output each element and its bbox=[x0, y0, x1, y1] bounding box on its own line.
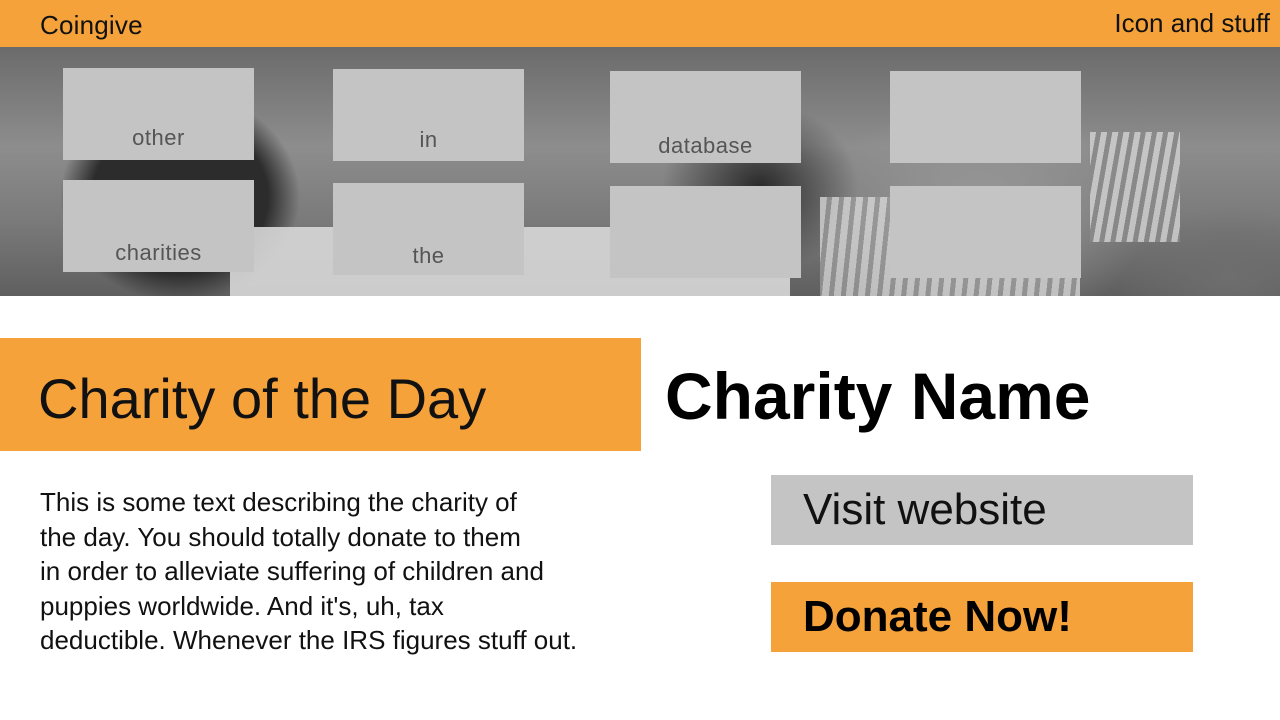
description-line: puppies worldwide. And it's, uh, tax bbox=[40, 590, 444, 621]
description-line: deductible. Whenever the IRS figures stu… bbox=[40, 625, 578, 655]
charity-tile[interactable]: other bbox=[63, 68, 254, 160]
charity-tile-label: in bbox=[419, 127, 438, 152]
hero-photo: other in database charities the bbox=[0, 47, 1280, 296]
charity-tile[interactable]: database bbox=[610, 71, 801, 163]
section-title: Charity of the Day bbox=[38, 367, 487, 430]
donate-now-button[interactable]: Donate Now! bbox=[771, 582, 1193, 652]
charity-tile[interactable] bbox=[610, 186, 801, 278]
charity-tile[interactable]: in bbox=[333, 69, 524, 161]
description-line: in order to alleviate suffering of child… bbox=[40, 556, 544, 586]
donate-now-label: Donate Now! bbox=[803, 592, 1072, 641]
charity-tile[interactable] bbox=[890, 71, 1081, 163]
charity-tile[interactable] bbox=[890, 186, 1081, 278]
charity-tile-label: charities bbox=[115, 240, 202, 265]
charity-tile-label: database bbox=[658, 133, 753, 158]
description-line: This is some text describing the charity… bbox=[40, 487, 517, 517]
header-icon-area[interactable]: Icon and stuff bbox=[1114, 8, 1270, 39]
top-header-bar: Coingive Icon and stuff bbox=[0, 0, 1280, 47]
charity-tile[interactable]: charities bbox=[63, 180, 254, 272]
page: Coingive Icon and stuff other in databas… bbox=[0, 0, 1280, 720]
charity-tile-label: other bbox=[132, 125, 185, 150]
charity-of-the-day-banner: Charity of the Day bbox=[0, 338, 641, 451]
charity-tile[interactable]: the bbox=[333, 183, 524, 275]
description-line: the day. You should totally donate to th… bbox=[40, 521, 521, 552]
hero-photo-detail bbox=[1090, 132, 1180, 242]
brand-logo[interactable]: Coingive bbox=[40, 10, 143, 41]
charity-description: This is some text describing the charity… bbox=[40, 485, 700, 658]
visit-website-button[interactable]: Visit website bbox=[771, 475, 1193, 545]
charity-name-heading: Charity Name bbox=[665, 359, 1091, 433]
charity-tile-label: the bbox=[412, 243, 445, 268]
visit-website-label: Visit website bbox=[803, 485, 1047, 534]
